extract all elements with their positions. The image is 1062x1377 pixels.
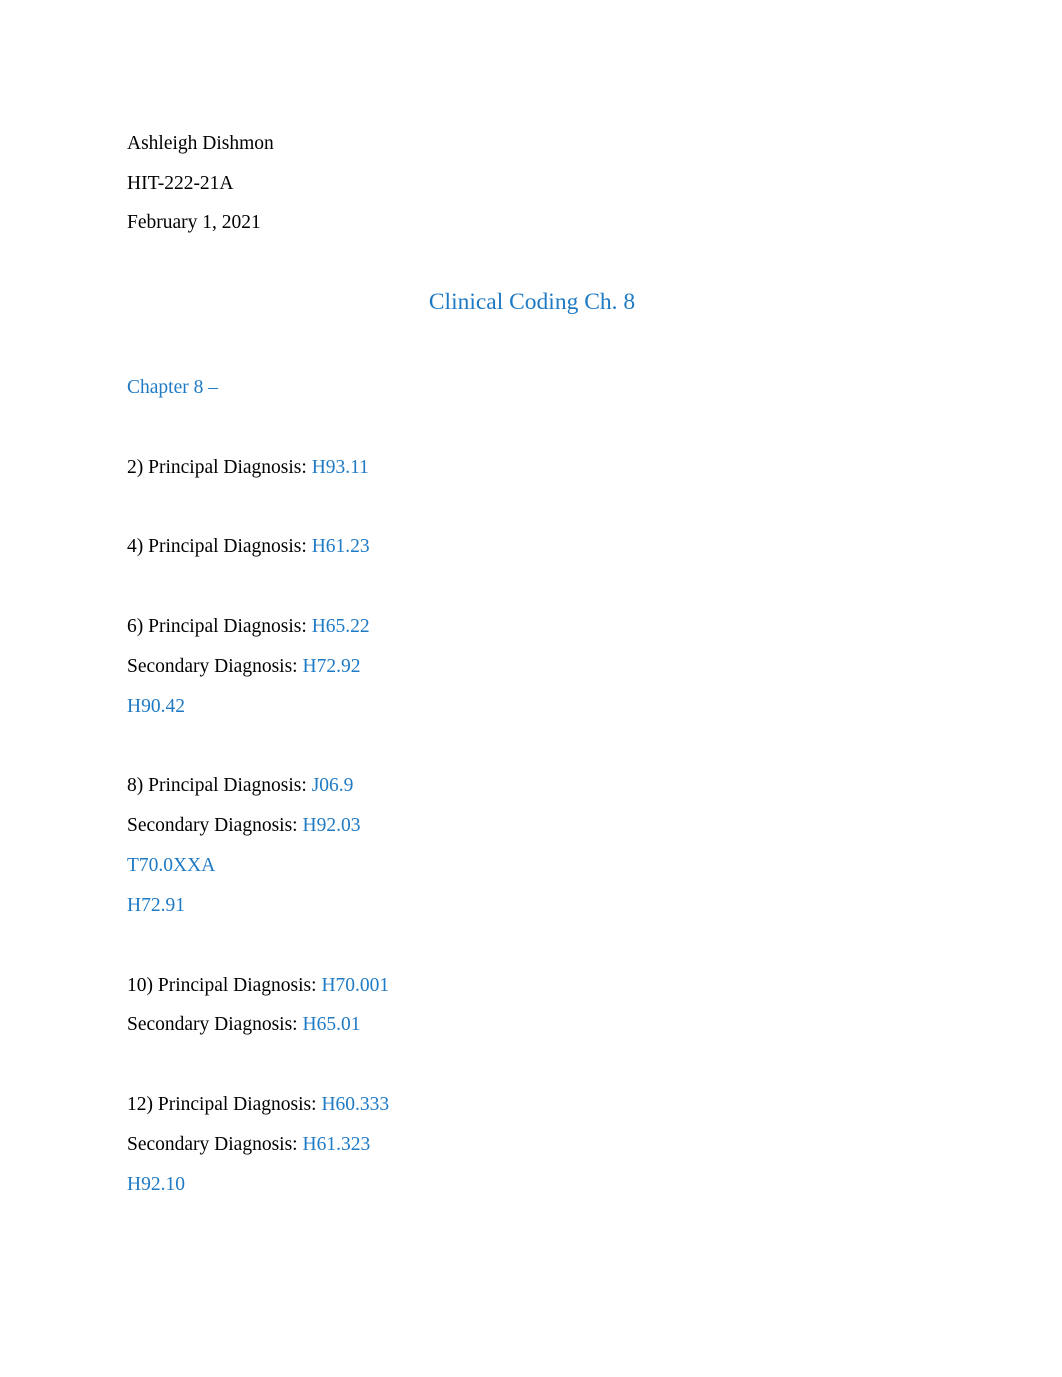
document-page: Ashleigh Dishmon HIT-222-21A February 1,… [0, 0, 1062, 1377]
principal-diagnosis-line: 2) Principal Diagnosis: H93.11 [127, 448, 937, 488]
answer-group: 8) Principal Diagnosis: J06.9 Secondary D… [127, 766, 937, 925]
principal-diagnosis-code: J06.9 [311, 775, 354, 797]
page-title: Clinical Coding Ch. 8 [127, 279, 937, 344]
page-title-text: Clinical Coding Ch. 8 [419, 279, 645, 344]
principal-diagnosis-line: 10) Principal Diagnosis: H70.001 [127, 966, 937, 1006]
secondary-diagnosis-label: Secondary Diagnosis: [127, 1014, 298, 1036]
secondary-diagnosis-label: Secondary Diagnosis: [127, 1134, 298, 1156]
date-line: February 1, 2021 [127, 212, 261, 233]
answer-group: 10) Principal Diagnosis: H70.001 Secondar… [127, 966, 937, 1046]
additional-diagnosis-code: H90.42 [127, 695, 185, 717]
answer-group: 6) Principal Diagnosis: H65.22 Secondary … [127, 607, 937, 726]
principal-diagnosis-label: 8) Principal Diagnosis: [127, 775, 307, 797]
secondary-diagnosis-code: H65.01 [302, 1014, 361, 1036]
secondary-diagnosis-line: Secondary Diagnosis: H65.01 [127, 1005, 937, 1045]
secondary-diagnosis-label: Secondary Diagnosis: [127, 655, 298, 677]
secondary-diagnosis-label: Secondary Diagnosis: [127, 815, 298, 837]
section-heading: Chapter 8 – [127, 377, 218, 398]
document-body: Ashleigh Dishmon HIT-222-21A February 1,… [127, 124, 937, 1205]
answer-group: 12) Principal Diagnosis: H60.333 Secondar… [127, 1085, 937, 1204]
secondary-diagnosis-line: Secondary Diagnosis: H61.323 [127, 1125, 937, 1165]
principal-diagnosis-line: 8) Principal Diagnosis: J06.9 [127, 766, 937, 806]
principal-diagnosis-line: 6) Principal Diagnosis: H65.22 [127, 607, 937, 647]
secondary-diagnosis-code: H72.92 [302, 655, 361, 677]
principal-diagnosis-label: 2) Principal Diagnosis: [127, 456, 307, 478]
principal-diagnosis-line: 4) Principal Diagnosis: H61.23 [127, 527, 937, 567]
secondary-diagnosis-code: H92.03 [302, 815, 361, 837]
principal-diagnosis-label: 4) Principal Diagnosis: [127, 536, 307, 558]
answer-list: 2) Principal Diagnosis: H93.11 4) Princip… [127, 448, 937, 1205]
principal-diagnosis-label: 10) Principal Diagnosis: [127, 974, 317, 996]
principal-diagnosis-code: H61.23 [311, 536, 370, 558]
principal-diagnosis-label: 6) Principal Diagnosis: [127, 616, 307, 638]
principal-diagnosis-code: H60.333 [321, 1094, 390, 1116]
title-spacer [127, 243, 937, 283]
principal-diagnosis-label: 12) Principal Diagnosis: [127, 1094, 317, 1116]
secondary-diagnosis-line: Secondary Diagnosis: H92.03 [127, 806, 937, 846]
secondary-diagnosis-code: H61.323 [302, 1134, 371, 1156]
author-line: Ashleigh Dishmon [127, 133, 274, 154]
principal-diagnosis-code: H65.22 [311, 616, 370, 638]
course-line: HIT-222-21A [127, 172, 234, 194]
additional-diagnosis-code: T70.0XXA [127, 855, 216, 877]
principal-diagnosis-code: H93.11 [311, 456, 369, 478]
additional-diagnosis-code: H92.10 [127, 1173, 185, 1195]
additional-diagnosis-code: H72.91 [127, 894, 185, 916]
principal-diagnosis-line: 12) Principal Diagnosis: H60.333 [127, 1085, 937, 1125]
answer-group: 2) Principal Diagnosis: H93.11 [127, 448, 937, 488]
secondary-diagnosis-line: Secondary Diagnosis: H72.92 [127, 647, 937, 687]
answer-group: 4) Principal Diagnosis: H61.23 [127, 527, 937, 567]
principal-diagnosis-code: H70.001 [321, 974, 390, 996]
